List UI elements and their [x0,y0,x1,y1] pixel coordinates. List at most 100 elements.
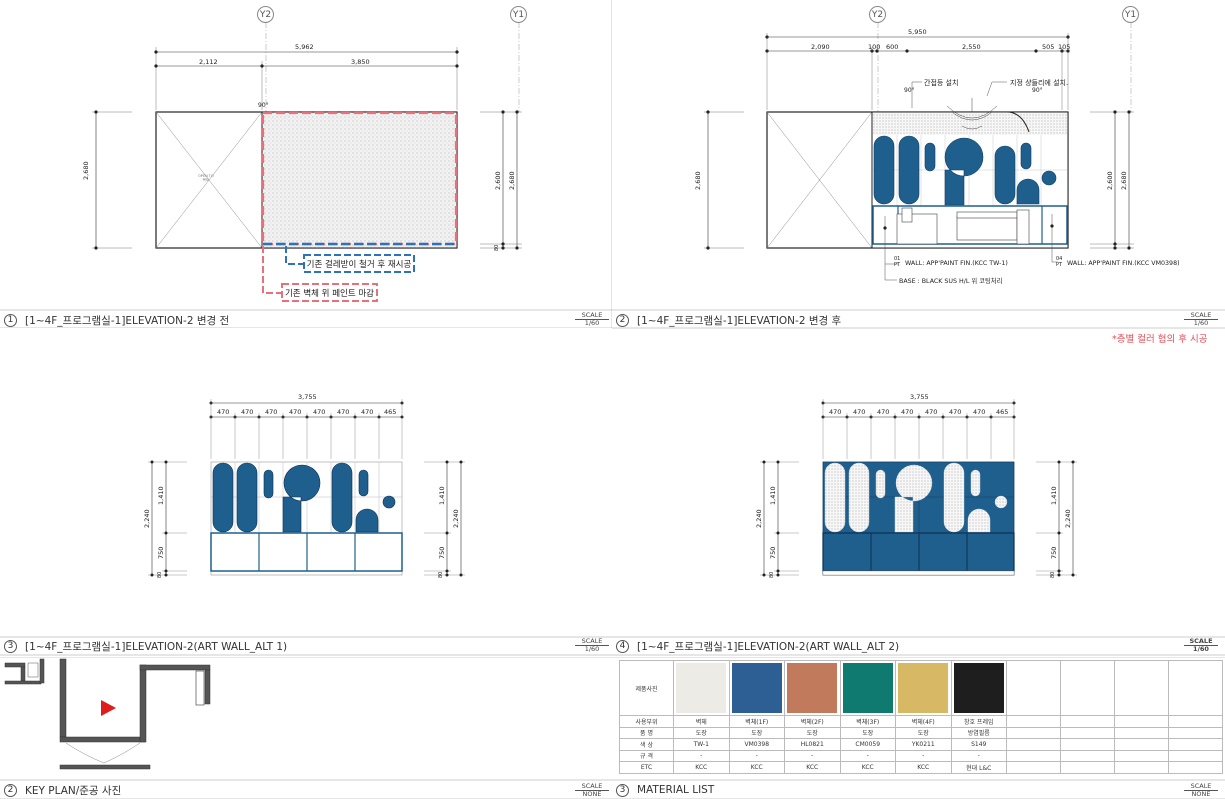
empty-cell [1006,749,1061,762]
cell: 도장 [784,726,841,739]
swatch-3 [842,663,893,713]
swatch-cell [673,660,730,716]
empty-cell [1006,660,1061,716]
cell: 벽체(3F) [839,715,896,728]
empty-cell [1114,738,1169,751]
viewpoint-arrow-icon [101,700,116,716]
empty-cell [1168,761,1223,774]
scale-box: SCALE NONE [1184,783,1218,798]
scale-label: SCALE [1189,637,1213,645]
dim-h-lower: 750 [769,546,777,559]
swatch-cell [895,660,952,716]
scale-box: SCALE 1/60 [575,638,609,653]
material-table: 제품사진 사용부위 벽체 벽체(1F) 벽체(2F) 벽체(3F) 벽체(4F)… [619,660,1223,774]
panel-title-text: MATERIAL LIST [637,784,715,796]
scale-value: NONE [575,790,609,798]
grid-axis-y1: Y1 [1122,6,1139,23]
dim-part-3: 600 [886,43,899,51]
dim-part-6: 105 [1058,43,1071,51]
row-header: 사용부위 [619,715,674,728]
cell: KCC [728,761,785,774]
dim-h-base-r: 80 [438,571,444,578]
panel-title-text: [1~4F_프로그램실-1]ELEVATION-2(ART WALL_ALT 2… [637,640,900,653]
cell: KCC [673,761,730,774]
cell: 도장 [839,726,896,739]
swatch-cell [784,660,841,716]
dim-part: 470 [925,408,938,416]
cell: - [728,749,785,762]
scale-label: SCALE [1190,311,1212,319]
panel-title-text: [1~4F_프로그램실-1]ELEVATION-2(ART WALL_ALT 1… [25,640,288,653]
scale-box: SCALE 1/60 [1184,638,1218,653]
cell: 벽체(4F) [895,715,952,728]
cell: 방염필름 [950,726,1007,739]
dim-part: 465 [384,408,397,416]
cell: CM0059 [839,738,896,751]
dim-part: 470 [949,408,962,416]
scale-box: SCALE 1/60 [575,312,609,327]
cell: 벽체 [673,715,730,728]
dim-part: 470 [265,408,278,416]
panel-2-title: 2 [1~4F_프로그램실-1]ELEVATION-2 변경 후 [616,311,841,329]
dim-height-inner: 2,600 [1106,171,1114,190]
row-etc: ETC KCC KCC KCC KCC KCC 현대 L&C [619,761,1223,774]
dim-height-outer: 2,680 [1120,171,1128,190]
dim-height-left: 2,680 [82,161,90,180]
panel-number: 3 [616,783,629,797]
panel-number: 4 [616,639,629,653]
panel-4-artwall-alt2: 3,755 470 470 470 470 470 470 470 465 2,… [612,345,1225,657]
scale-box: SCALE NONE [575,783,609,798]
dim-part: 470 [337,408,350,416]
note-base: BASE : BLACK SUS H/L 위 코팅처리 [899,278,1003,285]
empty-cell [1114,715,1169,728]
panel-4-drawing [612,399,1225,656]
swatch-2 [787,663,838,713]
grid-axis-y1: Y1 [510,6,527,23]
panel-title-text: [1~4F_프로그램실-1]ELEVATION-2 변경 후 [637,314,842,327]
dim-h-total: 2,240 [143,509,151,528]
panel-5-title: 2 KEY PLAN/준공 사진 [4,781,121,799]
dim-height-outer: 2,680 [508,171,516,190]
panel-number: 2 [616,313,629,327]
row-header: 품 명 [619,726,674,739]
scale-label: SCALE [581,637,603,645]
note-indirect-light: 간접등 설치 [924,79,959,87]
cell: VM0398 [728,738,785,751]
panel-6-material-list: 제품사진 사용부위 벽체 벽체(1F) 벽체(2F) 벽체(3F) 벽체(4F)… [612,657,1225,799]
panel-number: 1 [4,313,17,327]
swatch-cell [728,660,785,716]
empty-cell [1060,749,1115,762]
dim-h-upper: 1,410 [769,486,777,505]
dim-height-inner: 2,600 [494,171,502,190]
cell: 도장 [728,726,785,739]
dim-total: 5,950 [908,28,927,36]
scale-value: 1/60 [575,645,609,653]
scale-value: 1/60 [1184,319,1218,327]
red-note-color: *층별 컬러 협의 후 시공 [1112,334,1208,345]
swatch-1 [731,663,782,713]
dim-h-lower-r: 750 [438,546,446,559]
empty-cell [1168,738,1223,751]
cell: - [784,749,841,762]
dim-part-2: 100 [868,43,881,51]
empty-cell [1060,715,1115,728]
row-photo: 제품사진 [619,660,1223,716]
panel-1-elevation-before: Y2 Y1 5,962 2,112 3,850 2,680 2,600 2,68… [0,0,612,328]
callout-baseboard: 기존 걸레받이 철거 후 재시공 [306,257,412,270]
dim-part-1: 2,112 [199,58,218,66]
dim-h-total: 2,240 [755,509,763,528]
dim-part: 470 [901,408,914,416]
empty-cell [1168,749,1223,762]
row-header: 제품사진 [619,660,674,716]
empty-cell [1114,761,1169,774]
dim-part: 470 [973,408,986,416]
grid-axis-y2: Y2 [257,6,274,23]
angle-label-left: 90° [904,87,915,94]
note-chandelier: 지정 샹들리에 설치. [1010,79,1069,87]
cell: TW-1 [673,738,730,751]
dim-h-base-r: 80 [1050,571,1056,578]
swatch-5 [953,663,1004,713]
dim-h-total-r: 2,240 [1064,509,1072,528]
dim-h-upper-r: 1,410 [438,486,446,505]
dim-part-4: 2,550 [962,43,981,51]
